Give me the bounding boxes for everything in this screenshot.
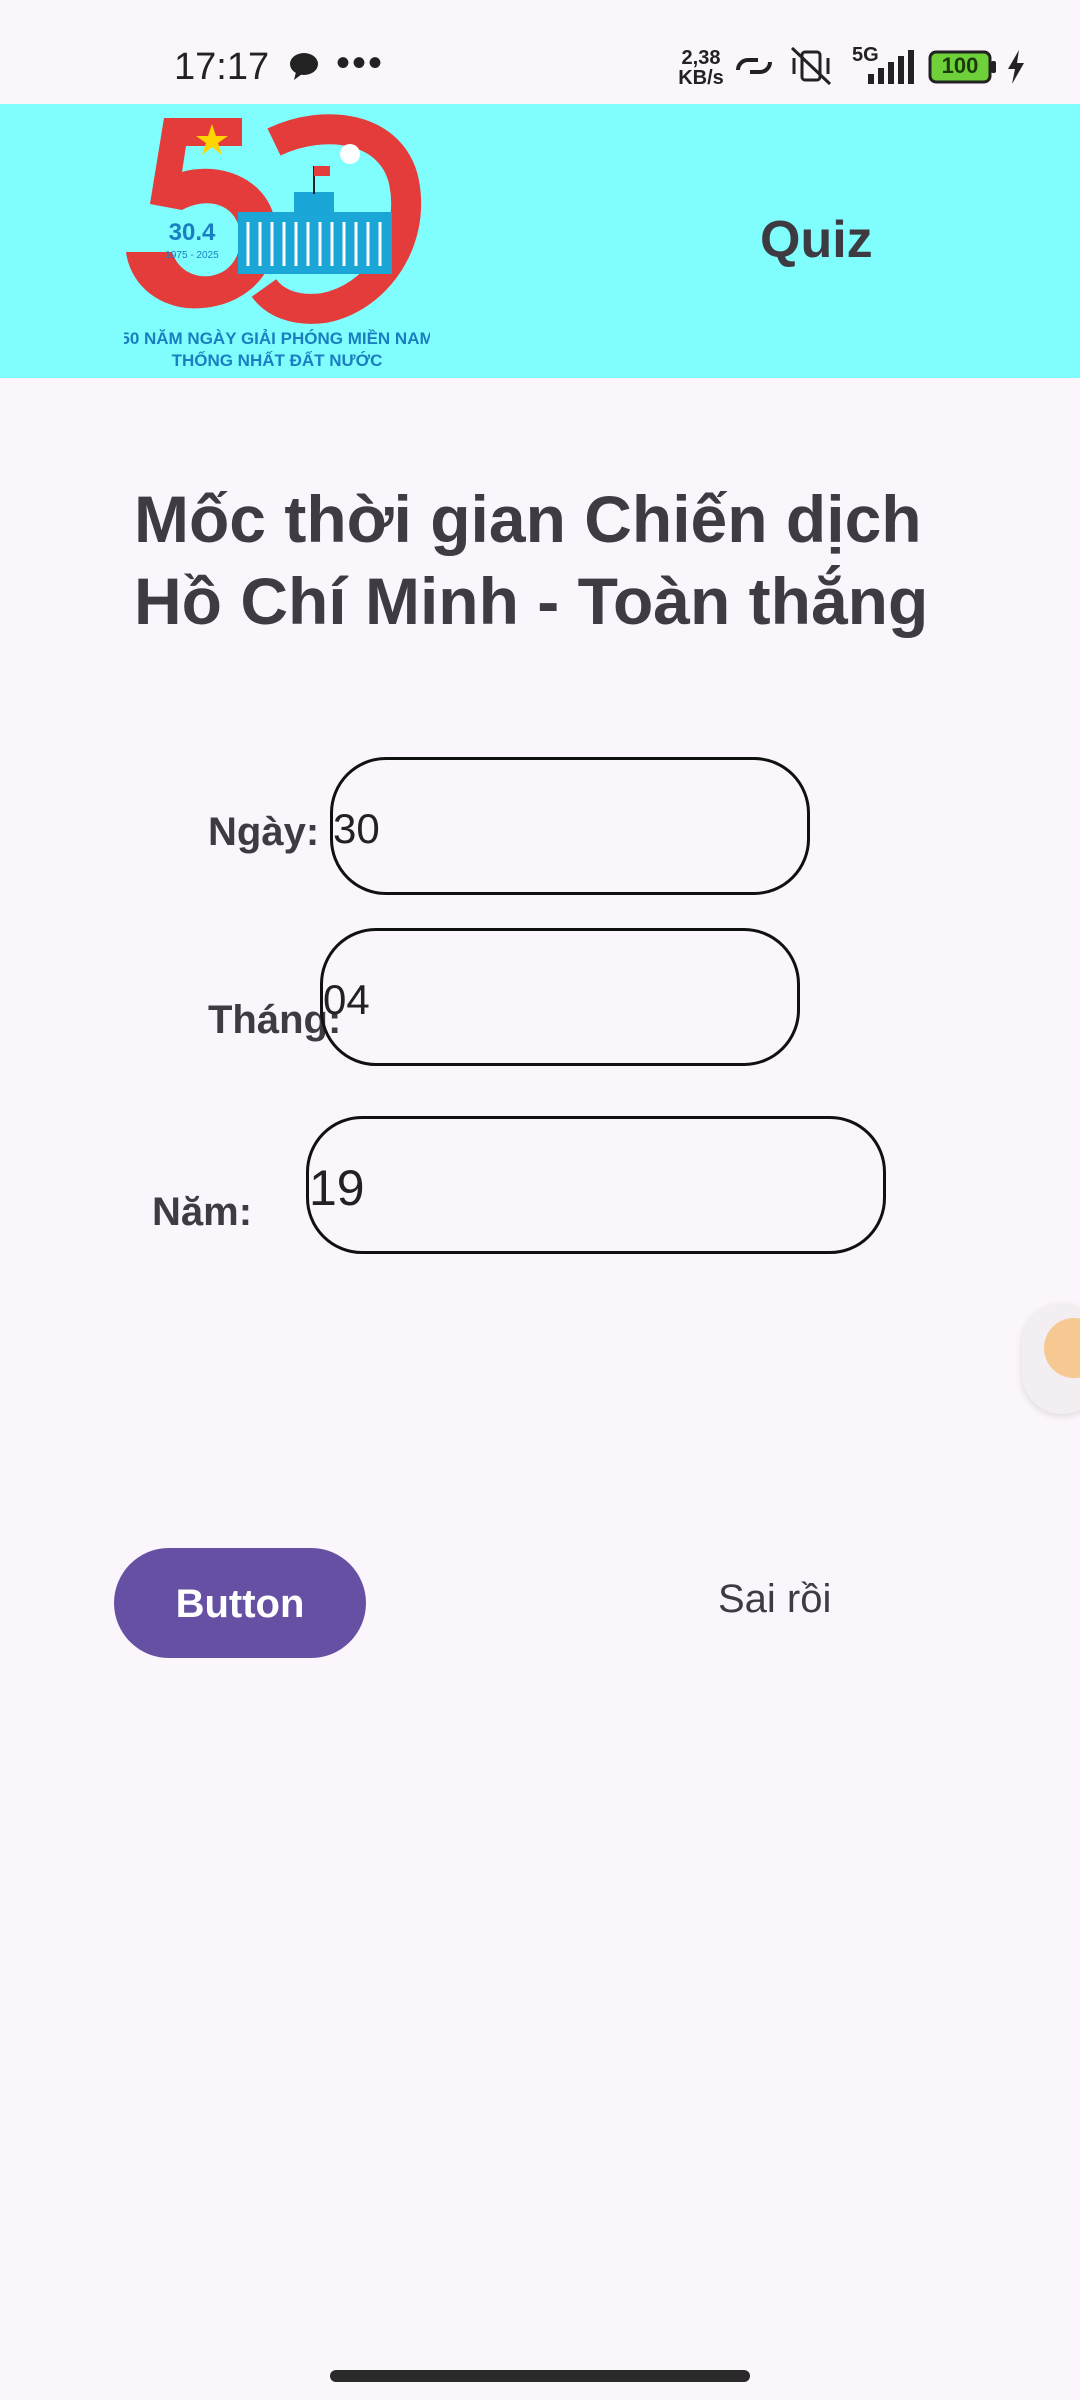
signal-icon — [868, 50, 914, 84]
result-text: Sai rồi — [718, 1577, 832, 1621]
charging-icon — [1008, 50, 1024, 84]
vibrate-mute-icon — [790, 46, 832, 86]
logo-number: 30.4 — [169, 219, 216, 246]
year-input[interactable]: 19 — [306, 1116, 886, 1254]
logo-caption-line1: 50 NĂM NGÀY GIẢI PHÓNG MIỀN NAM — [124, 329, 430, 348]
day-input-value: 30 — [333, 805, 380, 852]
submit-button[interactable]: Button — [114, 1548, 366, 1658]
app-title: Quiz — [760, 211, 873, 269]
year-label: Năm: — [152, 1190, 253, 1234]
month-input-value: 04 — [323, 976, 370, 1023]
anniversary-logo: 30.4 1975 - 2025 50 NĂM NGÀY GIẢI PHÓNG … — [124, 114, 430, 370]
status-bar — [0, 0, 1080, 104]
more-notifications-icon: ••• — [336, 41, 385, 85]
year-input-value: 19 — [309, 1160, 365, 1216]
day-label: Ngày: — [208, 810, 320, 854]
logo-caption-line2: THỐNG NHẤT ĐẤT NƯỚC — [172, 350, 383, 370]
status-time: 17:17 — [174, 46, 270, 88]
chat-bubble-icon — [290, 53, 318, 80]
network-speed: 2,38 KB/s — [678, 47, 724, 89]
link-icon — [736, 58, 772, 74]
home-indicator[interactable] — [330, 2370, 750, 2382]
question-title: Mốc thời gian Chiến dịch Hồ Chí Minh - T… — [134, 482, 929, 638]
logo-years: 1975 - 2025 — [165, 250, 219, 261]
month-input[interactable]: 04 — [320, 928, 800, 1066]
battery-level: 100 — [941, 53, 979, 78]
day-input[interactable]: 30 — [330, 757, 810, 895]
